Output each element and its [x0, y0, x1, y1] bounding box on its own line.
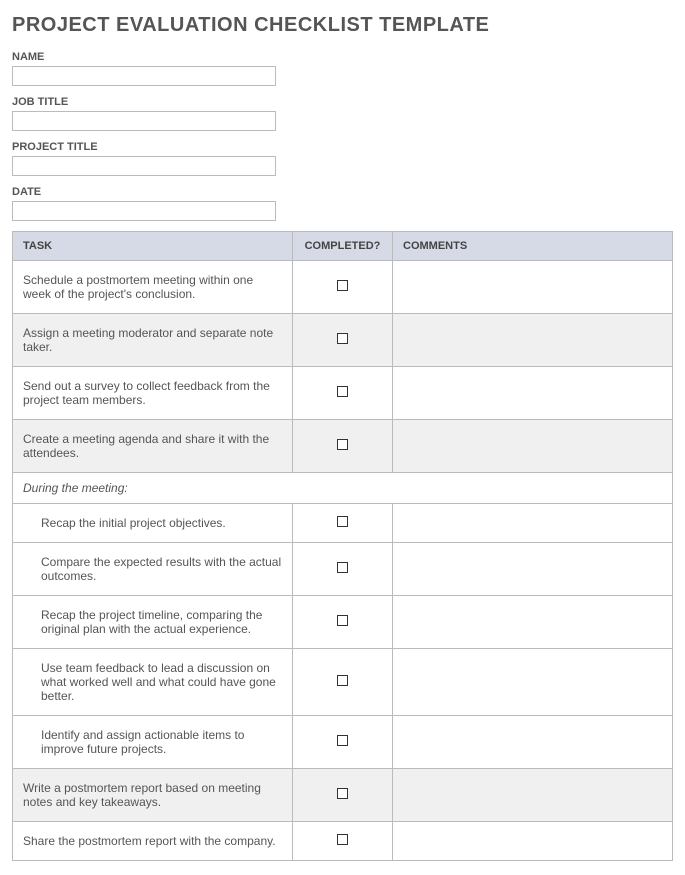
completed-cell	[293, 769, 393, 822]
completed-cell	[293, 420, 393, 473]
table-row: Create a meeting agenda and share it wit…	[13, 420, 673, 473]
checkbox[interactable]	[337, 386, 348, 397]
checkbox[interactable]	[337, 516, 348, 527]
completed-cell	[293, 822, 393, 861]
task-cell: Use team feedback to lead a discussion o…	[13, 649, 293, 716]
completed-cell	[293, 596, 393, 649]
name-input[interactable]	[12, 66, 276, 86]
table-row: Write a postmortem report based on meeti…	[13, 769, 673, 822]
task-cell: Recap the project timeline, comparing th…	[13, 596, 293, 649]
task-cell: Schedule a postmortem meeting within one…	[13, 261, 293, 314]
field-name-label: NAME	[12, 51, 673, 63]
comments-cell[interactable]	[393, 504, 673, 543]
task-cell: Share the postmortem report with the com…	[13, 822, 293, 861]
field-date: DATE	[12, 186, 673, 221]
task-text: Identify and assign actionable items to …	[23, 728, 282, 756]
field-project-title-label: PROJECT TITLE	[12, 141, 673, 153]
table-row: Recap the project timeline, comparing th…	[13, 596, 673, 649]
table-row: Use team feedback to lead a discussion o…	[13, 649, 673, 716]
task-text: Create a meeting agenda and share it wit…	[23, 432, 269, 460]
comments-cell[interactable]	[393, 822, 673, 861]
table-row: Schedule a postmortem meeting within one…	[13, 261, 673, 314]
completed-cell	[293, 504, 393, 543]
task-text: Compare the expected results with the ac…	[23, 555, 282, 583]
comments-cell[interactable]	[393, 420, 673, 473]
completed-cell	[293, 367, 393, 420]
table-row: Send out a survey to collect feedback fr…	[13, 367, 673, 420]
comments-cell[interactable]	[393, 314, 673, 367]
comments-cell[interactable]	[393, 769, 673, 822]
comments-cell[interactable]	[393, 649, 673, 716]
comments-cell[interactable]	[393, 367, 673, 420]
field-job-title: JOB TITLE	[12, 96, 673, 131]
task-text: Schedule a postmortem meeting within one…	[23, 273, 253, 301]
table-row: Recap the initial project objectives.	[13, 504, 673, 543]
header-task: TASK	[13, 232, 293, 261]
comments-cell[interactable]	[393, 261, 673, 314]
table-row: Identify and assign actionable items to …	[13, 716, 673, 769]
table-row: During the meeting:	[13, 473, 673, 504]
completed-cell	[293, 314, 393, 367]
table-row: Assign a meeting moderator and separate …	[13, 314, 673, 367]
job-title-input[interactable]	[12, 111, 276, 131]
task-text: Write a postmortem report based on meeti…	[23, 781, 261, 809]
checkbox[interactable]	[337, 280, 348, 291]
field-project-title: PROJECT TITLE	[12, 141, 673, 176]
completed-cell	[293, 716, 393, 769]
task-text: Recap the initial project objectives.	[23, 516, 282, 530]
completed-cell	[293, 543, 393, 596]
task-cell: Send out a survey to collect feedback fr…	[13, 367, 293, 420]
task-text: Recap the project timeline, comparing th…	[23, 608, 282, 636]
completed-cell	[293, 261, 393, 314]
checkbox[interactable]	[337, 675, 348, 686]
comments-cell[interactable]	[393, 543, 673, 596]
task-text: Assign a meeting moderator and separate …	[23, 326, 273, 354]
checkbox[interactable]	[337, 615, 348, 626]
completed-cell	[293, 649, 393, 716]
table-row: Share the postmortem report with the com…	[13, 822, 673, 861]
task-cell: Create a meeting agenda and share it wit…	[13, 420, 293, 473]
comments-cell[interactable]	[393, 596, 673, 649]
project-title-input[interactable]	[12, 156, 276, 176]
header-comments: COMMENTS	[393, 232, 673, 261]
task-text: Use team feedback to lead a discussion o…	[23, 661, 282, 703]
date-input[interactable]	[12, 201, 276, 221]
section-heading: During the meeting:	[13, 473, 673, 504]
header-completed: COMPLETED?	[293, 232, 393, 261]
task-cell: Assign a meeting moderator and separate …	[13, 314, 293, 367]
checkbox[interactable]	[337, 834, 348, 845]
checkbox[interactable]	[337, 735, 348, 746]
checkbox[interactable]	[337, 439, 348, 450]
field-job-title-label: JOB TITLE	[12, 96, 673, 108]
table-row: Compare the expected results with the ac…	[13, 543, 673, 596]
field-name: NAME	[12, 51, 673, 86]
task-cell: Compare the expected results with the ac…	[13, 543, 293, 596]
checklist-table: TASK COMPLETED? COMMENTS Schedule a post…	[12, 231, 673, 861]
checkbox[interactable]	[337, 562, 348, 573]
checkbox[interactable]	[337, 333, 348, 344]
task-cell: Identify and assign actionable items to …	[13, 716, 293, 769]
task-cell: Recap the initial project objectives.	[13, 504, 293, 543]
field-date-label: DATE	[12, 186, 673, 198]
comments-cell[interactable]	[393, 716, 673, 769]
page-title: PROJECT EVALUATION CHECKLIST TEMPLATE	[12, 14, 673, 37]
task-cell: Write a postmortem report based on meeti…	[13, 769, 293, 822]
checkbox[interactable]	[337, 788, 348, 799]
task-text: Send out a survey to collect feedback fr…	[23, 379, 270, 407]
